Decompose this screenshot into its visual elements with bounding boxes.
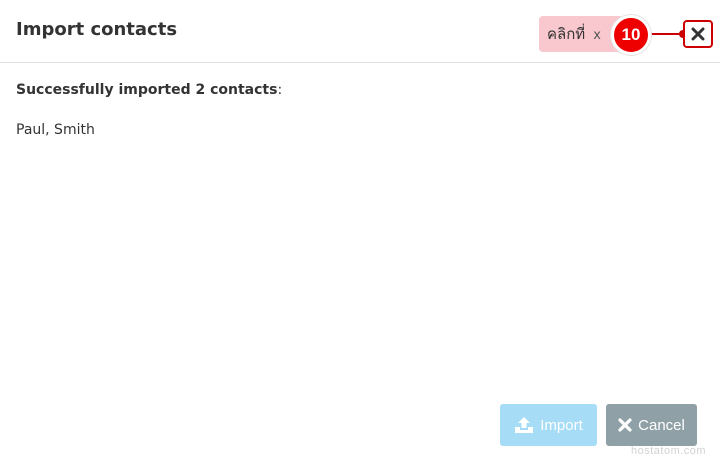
tutorial-tip-close[interactable]: x	[593, 28, 601, 43]
cancel-button[interactable]: Cancel	[606, 404, 697, 446]
upload-icon	[514, 416, 534, 434]
tutorial-tip-text: คลิกที่	[547, 25, 586, 43]
import-button-label: Import	[540, 416, 583, 434]
import-button[interactable]: Import	[500, 404, 597, 446]
import-success-text: Successfully imported 2 contacts	[16, 82, 278, 98]
import-success-suffix: :	[277, 82, 283, 98]
times-icon	[618, 418, 632, 432]
cancel-button-label: Cancel	[638, 416, 685, 434]
dialog-title: Import contacts	[16, 19, 178, 40]
imported-contacts-list: Paul, Smith	[16, 122, 95, 138]
dialog-header: Import contacts คลิกที่ x 10	[0, 0, 720, 63]
close-button[interactable]	[683, 20, 713, 48]
tutorial-pointer-line	[650, 33, 682, 35]
tutorial-step-badge: 10	[611, 15, 651, 55]
close-icon	[691, 27, 705, 41]
import-success-message: Successfully imported 2 contacts:	[16, 82, 282, 98]
watermark: hostatom.com	[631, 445, 707, 457]
